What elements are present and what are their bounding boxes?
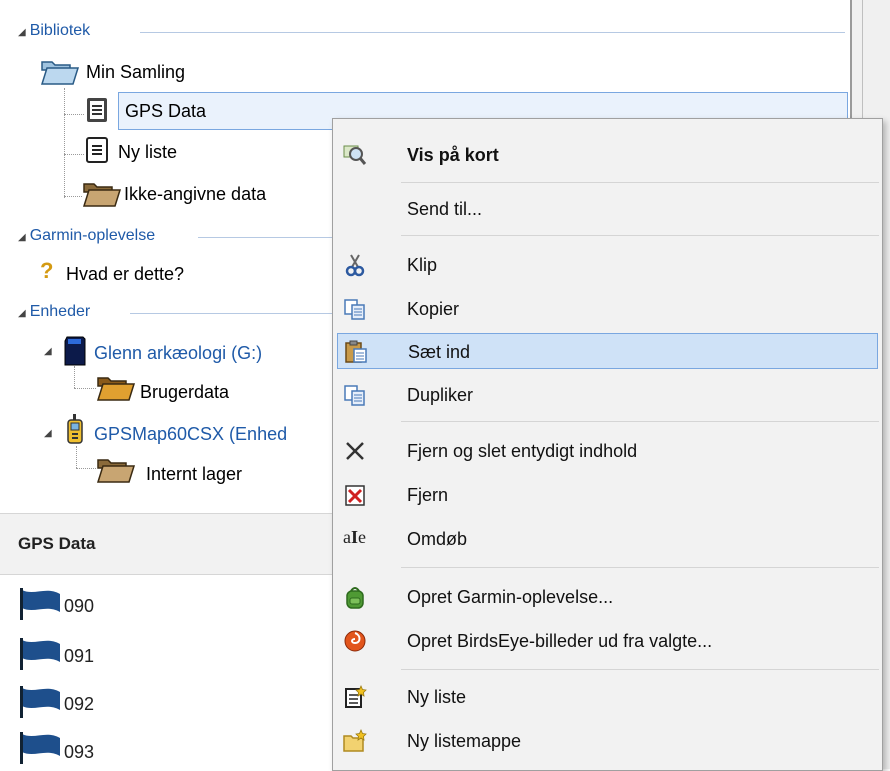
tree-connector [64, 196, 82, 197]
tree-item-device-glenn[interactable]: Glenn arkæologi (G:) [94, 343, 262, 364]
menu-item-label: Omdøb [407, 529, 468, 549]
tree-item-ny-liste[interactable]: Ny liste [118, 142, 177, 163]
list-document-icon [86, 97, 108, 123]
section-divider [130, 313, 333, 314]
section-devices[interactable]: ◢ Enheder [18, 303, 90, 321]
sd-card-icon [64, 336, 86, 366]
list-panel-title: GPS Data [18, 534, 96, 553]
blue-flag-icon [20, 638, 60, 670]
menu-separator [401, 182, 879, 183]
brown-folder-icon [96, 374, 136, 402]
section-garmin-label: Garmin-oplevelse [29, 227, 156, 244]
open-folder-icon [40, 58, 80, 86]
waypoint-row[interactable] [16, 636, 62, 677]
menu-item-kopier[interactable]: Kopier [337, 291, 878, 327]
tree-connector [64, 88, 65, 198]
menu-item-label: Opret BirdsEye-billeder ud fra valgte... [407, 631, 713, 651]
brown-folder-icon [82, 180, 122, 208]
section-divider [140, 32, 845, 33]
brown-folder-icon [96, 456, 136, 484]
menu-item-opret-birdseye[interactable]: Opret BirdsEye-billeder ud fra valgte... [337, 623, 878, 659]
menu-item-ny-liste[interactable]: Ny liste [337, 679, 878, 715]
context-menu: Vis på kort Send til... Klip Kopier Sæt … [332, 118, 883, 771]
tree-connector [64, 154, 84, 155]
duplicate-icon [343, 383, 367, 407]
menu-separator [401, 567, 879, 568]
menu-item-label: Kopier [407, 299, 460, 319]
tree-item-ikke-angivne-data[interactable]: Ikke-angivne data [124, 184, 266, 205]
blue-flag-icon [20, 732, 60, 764]
gps-device-icon [66, 414, 84, 444]
menu-item-opret-garmin-oplevelse[interactable]: Opret Garmin-oplevelse... [337, 579, 878, 615]
magnifier-map-icon [343, 143, 367, 167]
menu-item-saet-ind[interactable]: Sæt ind [337, 333, 878, 369]
expand-triangle-icon[interactable]: ◢ [44, 428, 52, 439]
birdseye-icon [343, 629, 367, 653]
tree-item-gps-data[interactable]: GPS Data [125, 101, 206, 122]
waypoint-label[interactable]: 092 [64, 694, 94, 715]
menu-separator [401, 669, 879, 670]
tree-connector [74, 388, 96, 389]
section-library[interactable]: ◢ Bibliotek [18, 22, 90, 40]
collapse-triangle-icon[interactable]: ◢ [18, 27, 26, 38]
waypoint-label[interactable]: 093 [64, 742, 94, 763]
tree-item-internt-lager[interactable]: Internt lager [146, 464, 242, 485]
section-library-label: Bibliotek [29, 22, 91, 39]
paste-icon [344, 340, 368, 364]
section-garmin[interactable]: ◢ Garmin-oplevelse [18, 227, 155, 245]
menu-item-omdoeb[interactable]: aIe Omdøb [337, 521, 878, 557]
waypoint-label[interactable]: 091 [64, 646, 94, 667]
section-divider [198, 237, 333, 238]
menu-item-label: Send til... [407, 199, 483, 219]
collapse-triangle-icon[interactable]: ◢ [18, 308, 26, 319]
copy-icon [343, 297, 367, 321]
menu-item-label: Dupliker [407, 385, 474, 405]
remove-icon [343, 483, 367, 507]
menu-item-send-til[interactable]: Send til... [337, 191, 878, 227]
x-icon [343, 439, 367, 463]
menu-item-dupliker[interactable]: Dupliker [337, 377, 878, 413]
new-folder-icon [343, 728, 367, 753]
menu-item-label: Sæt ind [408, 342, 471, 362]
menu-separator [401, 235, 879, 236]
tree-item-brugerdata[interactable]: Brugerdata [140, 382, 229, 403]
tree-connector [74, 366, 75, 388]
menu-item-label: Fjern [407, 485, 449, 505]
section-devices-label: Enheder [29, 303, 91, 320]
tree-connector [76, 468, 96, 469]
scissors-icon [343, 253, 367, 277]
menu-item-klip[interactable]: Klip [337, 247, 878, 283]
tree-item-hvad-er-dette[interactable]: Hvad er dette? [66, 264, 184, 285]
collapse-triangle-icon[interactable]: ◢ [18, 232, 26, 243]
tree-item-min-samling[interactable]: Min Samling [86, 62, 185, 83]
tree-connector [76, 446, 77, 468]
waypoint-row[interactable] [16, 684, 62, 725]
backpack-icon [343, 585, 367, 609]
expand-triangle-icon[interactable]: ◢ [44, 346, 52, 357]
menu-item-vis-paa-kort[interactable]: Vis på kort [337, 137, 878, 173]
list-document-icon [86, 137, 108, 163]
waypoint-row[interactable] [16, 586, 62, 627]
blue-flag-icon [20, 588, 60, 620]
menu-item-label: Fjern og slet entydigt indhold [407, 441, 638, 461]
new-list-icon [343, 684, 367, 709]
menu-item-label: Ny liste [407, 687, 467, 707]
menu-item-label: Vis på kort [407, 145, 499, 165]
menu-item-fjern[interactable]: Fjern [337, 477, 878, 513]
menu-item-label: Opret Garmin-oplevelse... [407, 587, 614, 607]
question-mark-icon: ? [40, 258, 54, 283]
tree-connector [64, 114, 84, 115]
blue-flag-icon [20, 686, 60, 718]
tree-item-device-gpsmap[interactable]: GPSMap60CSX (Enhed [94, 424, 287, 445]
menu-item-label: Ny listemappe [407, 731, 522, 751]
menu-item-ny-listemappe[interactable]: Ny listemappe [337, 723, 878, 759]
menu-separator [401, 421, 879, 422]
waypoint-row[interactable] [16, 730, 62, 771]
rename-icon: aIe [343, 527, 367, 547]
menu-item-fjern-og-slet[interactable]: Fjern og slet entydigt indhold [337, 433, 878, 469]
menu-item-label: Klip [407, 255, 438, 275]
waypoint-label[interactable]: 090 [64, 596, 94, 617]
